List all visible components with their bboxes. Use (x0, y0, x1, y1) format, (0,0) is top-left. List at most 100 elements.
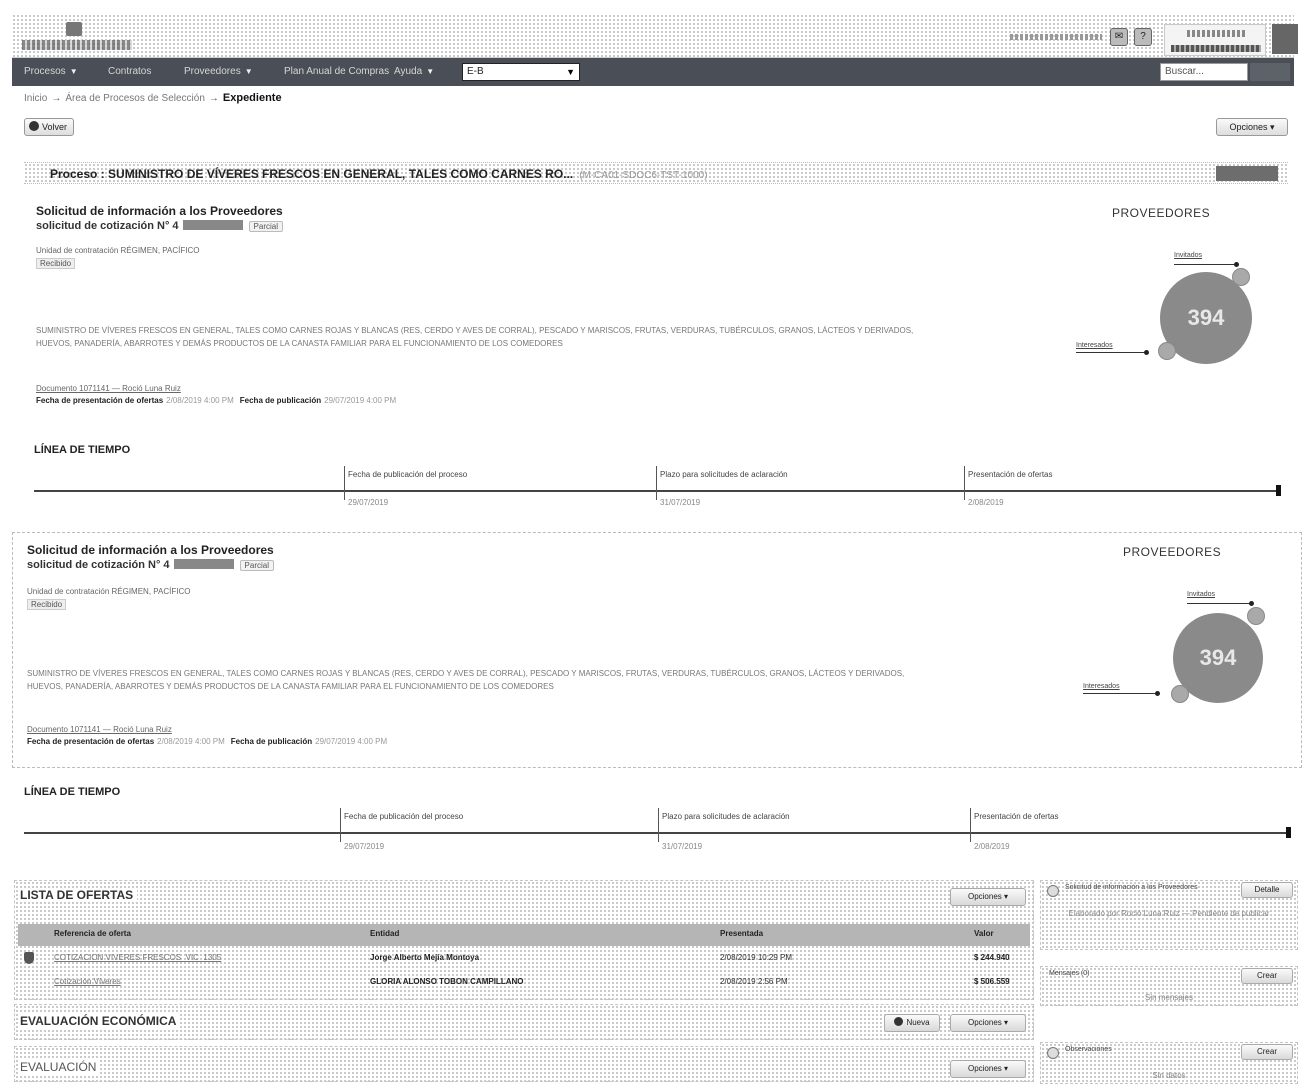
user-name-text (1171, 45, 1261, 52)
solicitud-contact-link[interactable]: Documento 1071141 — Roció Luna Ruiz (27, 725, 172, 734)
offers-title: LISTA DE OFERTAS (20, 888, 138, 902)
evaluation2-title: EVALUACIÓN (20, 1060, 101, 1074)
chevron-down-icon: ▼ (566, 67, 575, 77)
offer-entity: GLORIA ALONSO TOBON CAMPILLANO (370, 977, 524, 986)
invited-dot-icon (1247, 607, 1265, 625)
timeline-event-label: Presentación de ofertas (974, 812, 1059, 821)
timeline-tick (964, 466, 965, 500)
breadcrumb-area[interactable]: Área de Procesos de Selección (65, 93, 205, 104)
evaluation-options-button[interactable]: Opciones ▾ (950, 1014, 1026, 1032)
info-icon (1047, 885, 1059, 897)
timeline-axis (24, 832, 1290, 834)
logo-wordmark (22, 40, 132, 50)
timeline-tick (344, 466, 345, 500)
entity-select[interactable]: E-B ▼ (462, 63, 580, 81)
invited-label[interactable]: Invitados (1187, 591, 1215, 598)
interested-label[interactable]: Interesados (1076, 342, 1113, 349)
user-id-text (1187, 30, 1247, 37)
col-valor[interactable]: Valor (974, 929, 994, 938)
side-card-title: Solicitud de información a los Proveedor… (1065, 884, 1198, 891)
side-card-detail-button[interactable]: Detalle (1241, 882, 1293, 898)
solicitud-dates: Fecha de presentación de ofertas 2/08/201… (27, 737, 388, 746)
process-action-button[interactable] (1216, 166, 1278, 181)
timeline-event-date: 2/08/2019 (974, 842, 1010, 851)
breadcrumb-current: Expediente (222, 92, 282, 104)
solicitud-dates: Fecha de presentación de ofertas 2/08/201… (36, 396, 397, 405)
help-icon[interactable]: ? (1134, 28, 1152, 46)
solicitud-title: Solicitud de información a los Proveedor… (36, 204, 283, 218)
nav-contratos[interactable]: Contratos (108, 58, 151, 86)
options-button[interactable]: Opciones ▾ (1216, 118, 1288, 136)
site-logo[interactable] (22, 22, 132, 52)
timeline-heading: LÍNEA DE TIEMPO (34, 444, 131, 456)
breadcrumb: Inicio → Área de Procesos de Selección → Exp… (24, 92, 282, 104)
side-card-header: Mensajes (0) Crear (1041, 967, 1297, 987)
solicitud-panel-duplicate: Solicitud de información a los Proveedor… (12, 532, 1302, 768)
solicitud-unit: Unidad de contratación RÉGIMEN, PACÍFICO… (27, 587, 191, 610)
solicitud-description: SUMINISTRO DE VÍVERES FRESCOS EN GENERAL… (27, 669, 905, 691)
search-input[interactable]: Buscar... (1160, 63, 1248, 81)
timeline-event-date: 29/07/2019 (348, 498, 389, 507)
nav-proveedores[interactable]: Proveedores ▼ (184, 58, 253, 86)
invited-connector (1174, 262, 1239, 267)
back-button[interactable]: Volver (24, 118, 75, 136)
evaluation2-options-button[interactable]: Opciones ▾ (950, 1060, 1026, 1078)
nav-plan-anual[interactable]: Plan Anual de Compras (284, 58, 389, 86)
header-link[interactable] (1010, 34, 1102, 40)
interested-label[interactable]: Interesados (1083, 683, 1120, 690)
invited-label[interactable]: Invitados (1174, 252, 1202, 259)
col-entidad[interactable]: Entidad (370, 929, 399, 938)
timeline-heading: LÍNEA DE TIEMPO (24, 786, 121, 798)
col-presentada[interactable]: Presentada (720, 929, 763, 938)
side-card-header: Solicitud de información a los Proveedor… (1041, 881, 1297, 901)
evaluation-new-button[interactable]: Nueva (884, 1014, 940, 1032)
side-card-create-button[interactable]: Crear (1241, 968, 1293, 984)
offer-ref-link[interactable]: Cotización Víveres (54, 977, 121, 986)
solicitud-subtitle: solicitud de cotización N° 4 Parcial (27, 559, 274, 571)
providers-title: PROVEEDORES (1112, 206, 1211, 220)
back-arrow-icon (29, 121, 39, 131)
side-card-observaciones: Observaciones Crear Sin datos (1040, 1042, 1298, 1084)
status-badge: Parcial (248, 221, 283, 232)
side-card-text: Sin datos (1152, 1071, 1186, 1080)
timeline-event-label: Plazo para solicitudes de aclaración (662, 812, 790, 821)
nav-ayuda[interactable]: Ayuda ▼ (394, 58, 434, 86)
offer-ref-link[interactable]: COTIZACION VIVERES FRESCOS_VIC_1305 (54, 953, 221, 962)
offer-value: $ 506.559 (974, 977, 1010, 986)
timeline-2: LÍNEA DE TIEMPO Fecha de publicación del… (14, 786, 1298, 858)
side-card-title: Observaciones (1065, 1046, 1112, 1053)
invited-connector (1187, 601, 1254, 606)
offers-options-button[interactable]: Opciones ▾ (950, 888, 1026, 906)
search-button[interactable] (1250, 63, 1290, 81)
side-card-text: Elaborado por Roció Luna Ruiz — Pendient… (1068, 909, 1270, 918)
user-menu[interactable] (1164, 24, 1266, 56)
side-card-create-button[interactable]: Crear (1241, 1044, 1293, 1060)
solicitud-description: SUMINISTRO DE VÍVERES FRESCOS EN GENERAL… (36, 326, 914, 348)
timeline-event-date: 2/08/2019 (968, 498, 1004, 507)
side-card-solicitud: Solicitud de información a los Proveedor… (1040, 880, 1298, 950)
offer-date: 2/08/2019 2:56 PM (720, 977, 788, 986)
interested-connector (1076, 350, 1149, 355)
breadcrumb-inicio[interactable]: Inicio (24, 93, 47, 104)
comment-icon (1047, 1047, 1059, 1059)
col-referencia[interactable]: Referencia de oferta (54, 929, 131, 938)
side-card-title: Mensajes (0) (1049, 970, 1090, 977)
timeline-event-date: 31/07/2019 (660, 498, 701, 507)
unit-tag: Recibido (27, 599, 67, 610)
evaluation2-section (14, 1046, 1034, 1082)
solicitud-contact-link[interactable]: Documento 1071141 — Roció Luna Ruiz (36, 384, 181, 393)
timeline-event-label: Plazo para solicitudes de aclaración (660, 470, 788, 479)
nav-procesos[interactable]: Procesos ▼ (24, 58, 78, 86)
logout-button[interactable] (1272, 24, 1298, 54)
solicitud-title: Solicitud de información a los Proveedor… (27, 543, 274, 557)
side-card-header: Observaciones Crear (1041, 1043, 1297, 1063)
notifications-icon[interactable]: ✉ (1110, 28, 1128, 46)
timeline-event-label: Presentación de ofertas (968, 470, 1053, 479)
top-header: ✉ ? (12, 14, 1298, 58)
process-code: (M-CA01-SDOC6-TST-1000) (579, 170, 708, 181)
solicitud-subtitle: solicitud de cotización N° 4 Parcial (36, 220, 283, 232)
solicitud-number-badge (173, 559, 234, 569)
coat-of-arms-icon (66, 22, 82, 36)
process-title: Proceso : SUMINISTRO DE VÍVERES FRESCOS … (50, 167, 708, 181)
table-row: COTIZACION VIVERES FRESCOS_VIC_1305 Jorg… (18, 948, 1030, 972)
